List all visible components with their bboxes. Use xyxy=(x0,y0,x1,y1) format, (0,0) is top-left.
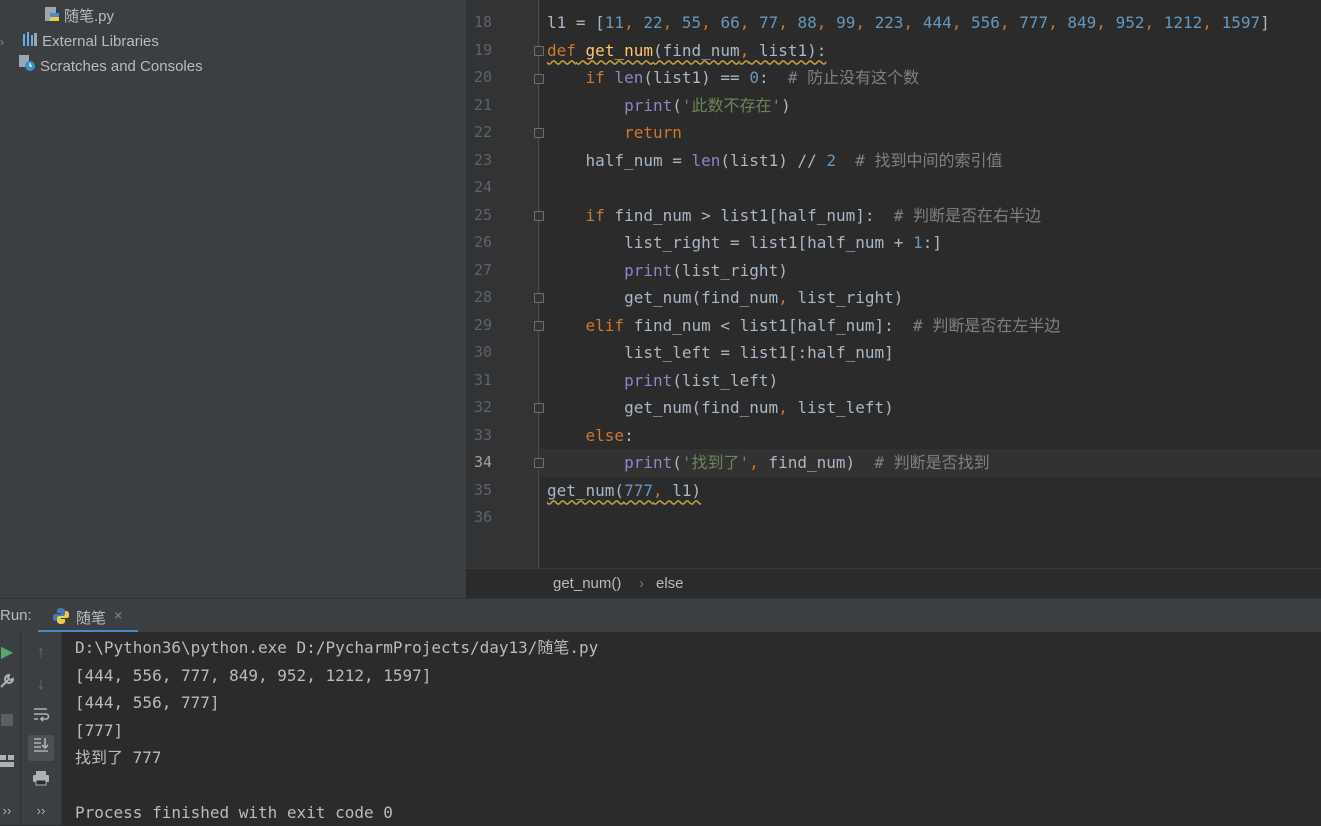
breadcrumb-function[interactable]: get_num() xyxy=(553,575,621,592)
line-number: 33 xyxy=(473,425,492,444)
code-line[interactable]: if len(list1) == 0: # 防止没有这个数 xyxy=(547,64,920,91)
scroll-to-end-icon[interactable] xyxy=(28,735,54,761)
tree-item-label: Scratches and Consoles xyxy=(40,58,203,75)
fold-marker[interactable] xyxy=(534,128,544,138)
line-number: 30 xyxy=(473,343,492,361)
console-line: 找到了 777 xyxy=(75,748,162,767)
run-label: Run: xyxy=(0,607,32,624)
breadcrumb-else[interactable]: else xyxy=(656,575,684,592)
line-number: 32 xyxy=(473,398,492,416)
breadcrumb: get_num() › else xyxy=(466,568,1321,599)
fold-marker[interactable] xyxy=(534,211,544,221)
more-icon[interactable]: ›› xyxy=(28,798,54,824)
line-number: 29 xyxy=(473,315,492,334)
code-line[interactable]: half_num = len(list1) // 2 # 找到中间的索引值 xyxy=(547,147,1003,174)
library-icon xyxy=(22,30,38,55)
code-line[interactable]: if find_num > list1[half_num]: # 判断是否在右半… xyxy=(547,202,1042,229)
python-icon xyxy=(52,607,70,630)
rerun-icon[interactable]: ▶ xyxy=(0,640,20,666)
line-number: 20 xyxy=(473,68,492,86)
tree-item-external-libraries[interactable]: › External Libraries xyxy=(0,29,159,54)
code-line[interactable]: get_num(find_num, list_right) xyxy=(547,284,903,311)
code-line[interactable]: print('找到了', find_num) # 判断是否找到 xyxy=(547,449,990,476)
line-number: 23 xyxy=(473,150,492,169)
code-line[interactable]: list_left = list1[:half_num] xyxy=(547,339,894,366)
tree-item-label: 随笔.py xyxy=(64,8,115,25)
line-number: 35 xyxy=(473,480,492,499)
python-file-icon xyxy=(44,5,60,30)
code-line[interactable]: print(list_left) xyxy=(547,367,778,394)
line-number: 27 xyxy=(473,260,492,279)
fold-marker[interactable] xyxy=(534,403,544,413)
close-icon[interactable]: × xyxy=(114,607,122,623)
line-number: 28 xyxy=(473,288,492,306)
line-number: 31 xyxy=(473,370,492,389)
line-number: 36 xyxy=(473,508,492,526)
stop-icon[interactable] xyxy=(0,710,20,736)
console-line: [777] xyxy=(75,720,124,740)
fold-marker[interactable] xyxy=(534,321,544,331)
code-line[interactable]: print(list_right) xyxy=(547,257,788,284)
console-line: D:\Python36\python.exe D:/PycharmProject… xyxy=(75,638,599,657)
line-number: 25 xyxy=(473,205,492,224)
gutter-separator xyxy=(538,0,539,568)
project-panel: 随笔.py › External Libraries Scratches and… xyxy=(0,0,466,598)
line-number: 21 xyxy=(473,95,492,114)
line-number: 22 xyxy=(473,123,492,141)
code-line[interactable]: elif find_num < list1[half_num]: # 判断是否在… xyxy=(547,312,1061,339)
run-tab[interactable]: 随笔 × xyxy=(38,599,138,633)
fold-marker[interactable] xyxy=(534,293,544,303)
fold-marker[interactable] xyxy=(534,74,544,84)
soft-wrap-icon[interactable] xyxy=(28,705,54,731)
code-line[interactable]: def get_num(find_num, list1): xyxy=(547,37,826,64)
console-line: Process finished with exit code 0 xyxy=(75,803,393,822)
breadcrumb-separator: › xyxy=(639,575,644,592)
line-number: 24 xyxy=(473,178,492,196)
fold-marker[interactable] xyxy=(534,46,544,56)
code-line[interactable]: return xyxy=(547,119,682,146)
expand-arrow-icon[interactable]: › xyxy=(0,30,12,55)
line-number: 26 xyxy=(473,233,492,251)
up-arrow-icon[interactable]: ↑ xyxy=(28,640,54,666)
run-tab-label: 随笔 xyxy=(76,610,107,627)
line-number: 18 xyxy=(473,13,492,31)
code-line[interactable]: print('此数不存在') xyxy=(547,92,791,119)
code-line[interactable]: get_num(777, l1) xyxy=(547,477,701,504)
fold-marker[interactable] xyxy=(534,458,544,468)
line-number: 34 xyxy=(473,453,492,471)
console-line: [444, 556, 777, 849, 952, 1212, 1597] xyxy=(75,665,432,685)
layout-icon[interactable] xyxy=(0,752,20,778)
code-line[interactable]: get_num(find_num, list_left) xyxy=(547,394,894,421)
code-line[interactable]: l1 = [11, 22, 55, 66, 77, 88, 99, 223, 4… xyxy=(547,9,1270,36)
line-number: 19 xyxy=(473,40,492,59)
more-icon[interactable]: ›› xyxy=(0,798,20,824)
run-header: Run: 随笔 × xyxy=(0,598,1321,633)
wrench-icon[interactable] xyxy=(0,672,20,698)
code-line[interactable]: list_right = list1[half_num + 1:] xyxy=(547,229,942,256)
run-toolbar: ▶ ›› xyxy=(0,632,21,825)
code-line[interactable]: else: xyxy=(547,422,634,449)
tree-item-scratches[interactable]: Scratches and Consoles xyxy=(18,54,203,79)
tree-item-file[interactable]: 随笔.py xyxy=(44,4,114,29)
console-toolbar: ↑ ↓ ›› xyxy=(21,632,62,825)
down-arrow-icon[interactable]: ↓ xyxy=(28,672,54,698)
tree-item-label: External Libraries xyxy=(42,33,159,50)
scratches-icon xyxy=(18,54,36,80)
console-line: [444, 556, 777] xyxy=(75,693,220,712)
print-icon[interactable] xyxy=(28,769,54,795)
